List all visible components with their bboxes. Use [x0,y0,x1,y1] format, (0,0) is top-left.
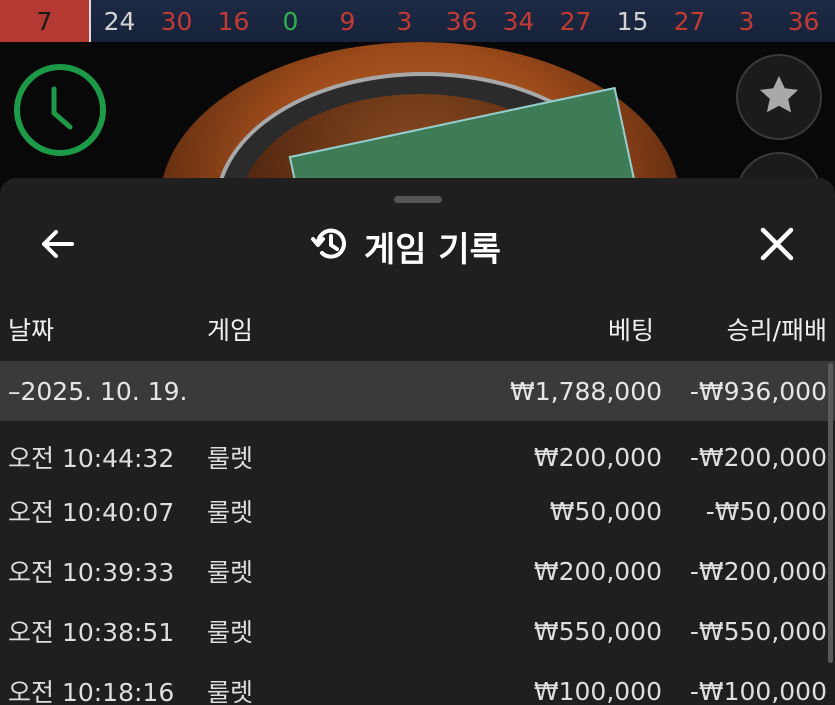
row-bet: ₩100,000 [533,676,662,705]
result-item: 36 [787,6,820,36]
clock-icon [40,83,80,137]
row-result: -₩50,000 [705,496,827,526]
close-icon [759,226,795,266]
date-group-bet-total: ₩1,788,000 [510,376,662,406]
result-item: 36 [445,6,478,36]
result-latest: 7 [0,0,91,42]
game-history-sheet: 게임 기록 날짜 게임 베팅 승리/패배 –2025. 10. 19. ₩1,7… [0,178,835,705]
column-header-result: 승리/패배 [726,316,827,345]
row-time: 오전 10:38:51 [8,618,175,647]
row-game: 룰렛 [207,558,254,587]
history-row[interactable]: 오전 10:40:07 룰렛 ₩50,000 -₩50,000 [0,481,835,541]
column-header-game: 게임 [207,316,254,345]
sheet-header: 게임 기록 [0,214,835,274]
row-game: 룰렛 [207,444,254,473]
result-item: 15 [616,6,649,36]
row-result: -₩550,000 [689,616,827,646]
result-item: 16 [217,6,250,36]
row-time: 오전 10:39:33 [8,558,175,587]
date-group-label: –2025. 10. 19. [8,376,188,406]
history-row[interactable]: 오전 10:18:16 룰렛 ₩100,000 -₩100,000 [0,661,835,705]
row-result: -₩200,000 [689,556,827,586]
history-scrollbar[interactable] [828,363,833,663]
sheet-title: 게임 기록 [310,222,501,270]
star-icon [756,72,802,122]
row-time: 오전 10:18:16 [8,678,175,705]
row-bet: ₩200,000 [533,556,662,586]
column-header-bet: 베팅 [607,316,654,345]
result-item: 27 [673,6,706,36]
column-header-date: 날짜 [8,316,55,345]
arrow-left-icon [38,224,78,268]
row-game: 룰렛 [207,498,254,527]
result-item: 3 [738,6,755,36]
result-item: 3 [396,6,413,36]
result-item: 9 [339,6,356,36]
history-row[interactable]: 오전 10:38:51 룰렛 ₩550,000 -₩550,000 [0,601,835,661]
result-item: 27 [559,6,592,36]
result-item: 24 [103,6,136,36]
history-row[interactable]: 오전 10:44:32 룰렛 ₩200,000 -₩200,000 [0,421,835,481]
sheet-title-text: 게임 기록 [364,229,501,270]
result-item: 34 [502,6,535,36]
history-icon [310,224,350,268]
close-button[interactable] [755,224,799,268]
row-result: -₩100,000 [689,676,827,705]
row-bet: ₩50,000 [549,496,662,526]
row-bet: ₩550,000 [533,616,662,646]
results-strip: 7 24 30 16 0 9 3 36 34 27 15 27 3 36 [0,0,835,42]
history-row[interactable]: 오전 10:39:33 룰렛 ₩200,000 -₩200,000 [0,541,835,601]
row-time: 오전 10:40:07 [8,498,175,527]
date-group-row[interactable]: –2025. 10. 19. ₩1,788,000 -₩936,000 [0,361,835,421]
row-game: 룰렛 [207,618,254,647]
back-button[interactable] [36,224,80,268]
sheet-grabber[interactable] [394,196,442,203]
row-game: 룰렛 [207,678,254,705]
row-result: -₩200,000 [689,442,827,472]
result-item: 0 [282,6,299,36]
result-item: 30 [160,6,193,36]
favorite-button[interactable] [736,54,822,140]
date-group-result-total: -₩936,000 [689,376,827,406]
row-time: 오전 10:44:32 [8,444,175,473]
timer-indicator [14,64,106,156]
history-list: –2025. 10. 19. ₩1,788,000 -₩936,000 오전 1… [0,361,835,705]
row-bet: ₩200,000 [533,442,662,472]
